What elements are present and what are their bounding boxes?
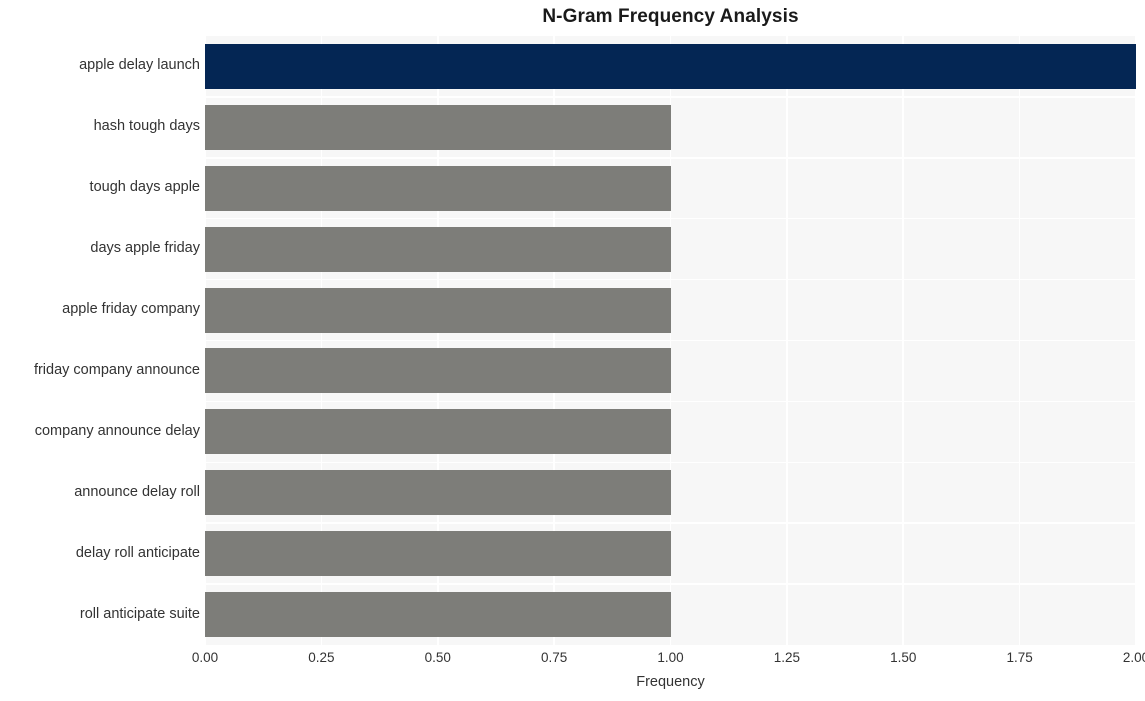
- bar: [205, 409, 671, 455]
- x-axis-label: Frequency: [636, 674, 705, 690]
- bar: [205, 531, 671, 577]
- horizontal-gridline: [205, 522, 1136, 524]
- y-axis-tick-label: friday company announce: [33, 361, 200, 378]
- bar: [205, 348, 671, 394]
- horizontal-gridline: [205, 461, 1136, 464]
- bar: [205, 104, 671, 150]
- x-axis-tick-label: 1.25: [773, 650, 801, 665]
- x-axis-tick-label: 1.00: [657, 650, 684, 665]
- bar: [205, 470, 671, 516]
- y-axis-tick-label: apple friday company: [62, 301, 200, 318]
- horizontal-gridline: [205, 96, 1136, 98]
- x-axis-tick-label: 1.50: [890, 650, 917, 665]
- y-axis-tick-label: hash tough days: [93, 118, 200, 135]
- x-axis-tick-label: 0.50: [424, 650, 451, 665]
- y-axis-tick-label: days apple friday: [90, 240, 200, 257]
- horizontal-gridline: [205, 157, 1136, 159]
- x-axis-tick-label: 0.75: [540, 650, 568, 665]
- y-axis-tick-label: apple delay launch: [79, 57, 200, 74]
- x-axis-tick-label: 0.00: [191, 650, 219, 665]
- y-axis-tick-label: announce delay roll: [74, 483, 200, 500]
- horizontal-gridline: [205, 583, 1136, 585]
- y-axis-tick-label: tough days apple: [89, 179, 200, 196]
- horizontal-gridline: [205, 339, 1136, 342]
- bar: [205, 287, 671, 333]
- bar: [205, 592, 671, 638]
- chart-title: N-Gram Frequency Analysis: [542, 6, 799, 27]
- horizontal-gridline: [205, 400, 1136, 403]
- chart-figure: N-Gram Frequency Analysis apple delay la…: [0, 0, 1145, 701]
- plot-area: [205, 36, 1136, 645]
- x-axis-tick-label: 2.00: [1122, 650, 1145, 665]
- x-axis-tick-label: 0.25: [308, 650, 335, 665]
- bar: [205, 165, 671, 211]
- horizontal-gridline: [205, 278, 1136, 281]
- x-axis-tick-label: 1.75: [1006, 650, 1033, 665]
- horizontal-gridline: [205, 217, 1136, 220]
- y-axis-tick-label: company announce delay: [34, 422, 200, 439]
- bar: [205, 226, 671, 272]
- y-axis-tick-label: roll anticipate suite: [79, 605, 200, 622]
- bar: [205, 43, 1136, 89]
- y-axis-tick-label: delay roll anticipate: [75, 544, 200, 561]
